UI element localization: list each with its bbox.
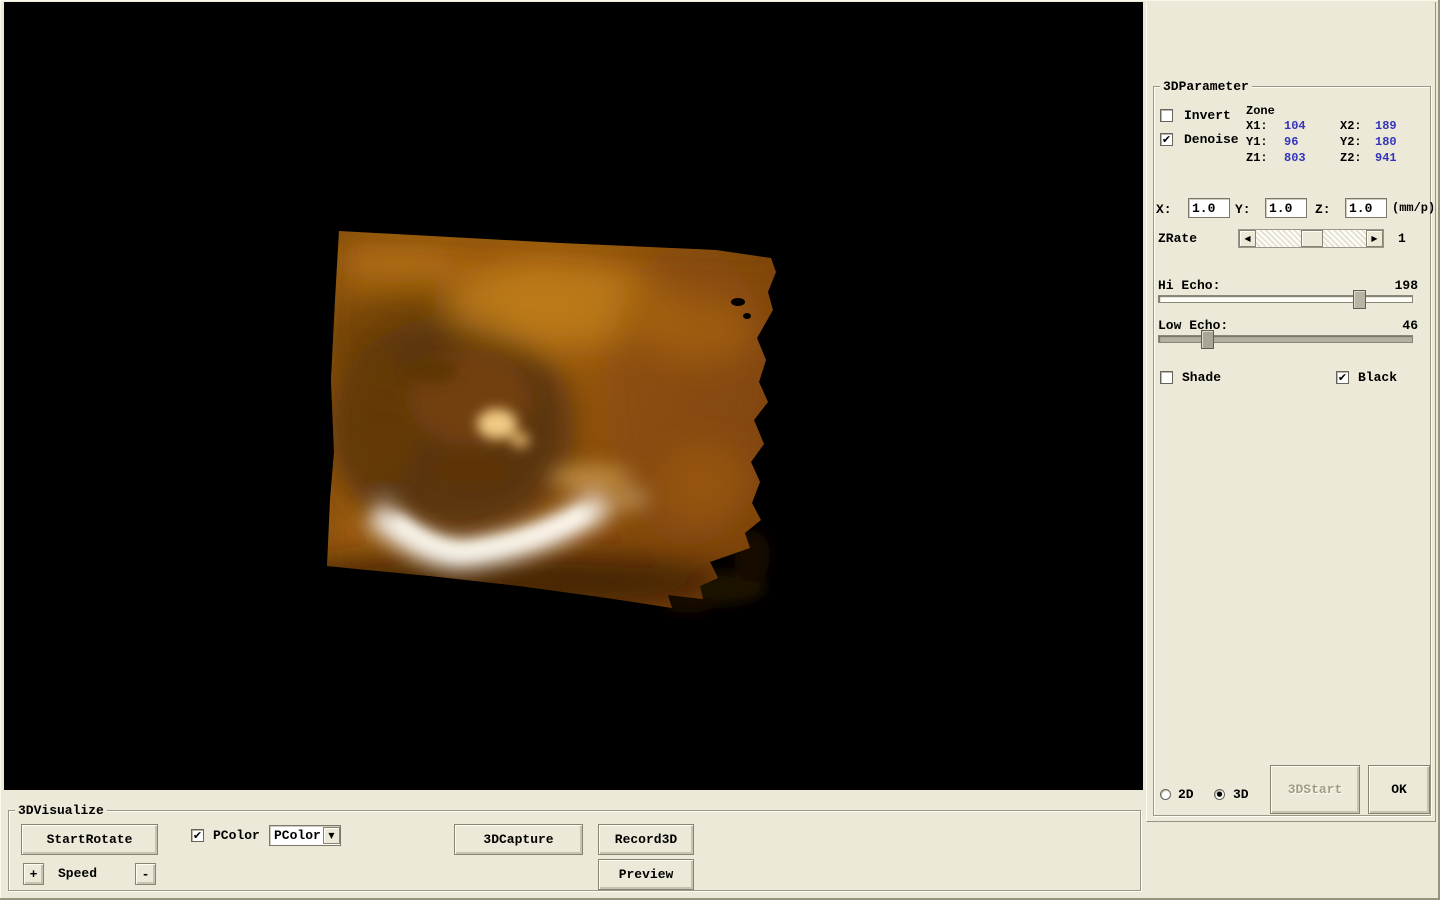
zone-y2-value: 180 <box>1375 135 1397 149</box>
zrate-label: ZRate <box>1158 231 1198 246</box>
zrate-scrollbar-thumb[interactable] <box>1301 230 1323 247</box>
invert-checkbox[interactable] <box>1160 109 1173 122</box>
app-window: 3DParameter Invert ✔ Denoise Zone X1: 10… <box>0 0 1440 900</box>
check-icon: ✔ <box>1337 371 1348 384</box>
scale-x-input[interactable] <box>1188 198 1230 218</box>
check-icon: ✔ <box>1161 133 1172 146</box>
pcolor-combobox[interactable]: PColor ▼ <box>269 825 341 846</box>
zone-z1-label: Z1: <box>1246 151 1268 165</box>
zrate-scrollbar[interactable]: ◀ ▶ <box>1238 229 1384 248</box>
pcolor-combobox-arrow-button[interactable]: ▼ <box>323 827 340 844</box>
invert-label: Invert <box>1184 108 1231 123</box>
chevron-down-icon: ▼ <box>328 831 335 840</box>
start3d-button-label: 3DStart <box>1287 782 1343 797</box>
preview-button[interactable]: Preview <box>598 859 694 890</box>
preview-button-label: Preview <box>618 867 674 882</box>
mode-2d-label: 2D <box>1178 787 1194 802</box>
zone-label: Zone <box>1246 104 1275 118</box>
scale-z-input[interactable] <box>1345 198 1387 218</box>
speed-label: Speed <box>58 866 98 881</box>
start3d-button[interactable]: 3DStart <box>1270 765 1360 814</box>
black-checkbox[interactable]: ✔ <box>1336 371 1349 384</box>
pcolor-checkbox[interactable]: ✔ <box>191 829 204 842</box>
hi-echo-value: 198 <box>1394 278 1418 293</box>
parameter-panel: 3DParameter Invert ✔ Denoise Zone X1: 10… <box>1146 2 1436 822</box>
low-echo-slider-track[interactable] <box>1158 335 1413 343</box>
check-icon: ✔ <box>192 829 203 842</box>
speed-minus-button[interactable]: - <box>135 863 156 885</box>
record3d-button[interactable]: Record3D <box>598 824 694 855</box>
parameter-groupbox: 3DParameter Invert ✔ Denoise Zone X1: 10… <box>1153 79 1435 816</box>
mode-3d-radio[interactable]: ● <box>1214 789 1225 800</box>
low-echo-label: Low Echo: <box>1158 318 1229 333</box>
pcolor-combobox-value: PColor <box>274 828 321 843</box>
ok-button[interactable]: OK <box>1368 765 1430 814</box>
zone-x2-value: 189 <box>1375 119 1397 133</box>
denoise-checkbox[interactable]: ✔ <box>1160 133 1173 146</box>
zone-y1-value: 96 <box>1284 135 1299 149</box>
zone-x1-value: 104 <box>1284 119 1306 133</box>
shade-checkbox[interactable] <box>1160 371 1173 384</box>
zrate-value: 1 <box>1398 231 1406 246</box>
mode-3d-label: 3D <box>1233 787 1249 802</box>
visualize-group-title: 3DVisualize <box>15 803 107 818</box>
zone-z2-label: Z2: <box>1340 151 1362 165</box>
render-viewport[interactable] <box>4 2 1143 790</box>
hi-echo-label: Hi Echo: <box>1158 278 1221 293</box>
capture3d-button-label: 3DCapture <box>483 832 554 847</box>
radio-dot-icon: ● <box>1216 790 1223 798</box>
parameter-group-title: 3DParameter <box>1160 79 1252 94</box>
zrate-scroll-left-button[interactable]: ◀ <box>1239 230 1256 247</box>
speed-minus-button-label: - <box>141 866 150 882</box>
zone-y1-label: Y1: <box>1246 135 1268 149</box>
zone-y2-label: Y2: <box>1340 135 1362 149</box>
speed-plus-button-label: + <box>29 866 38 882</box>
start-rotate-button[interactable]: StartRotate <box>21 824 158 855</box>
zrate-scroll-right-button[interactable]: ▶ <box>1366 230 1383 247</box>
black-label: Black <box>1358 370 1398 385</box>
speed-plus-button[interactable]: + <box>23 863 44 885</box>
low-echo-value: 46 <box>1402 318 1418 333</box>
zone-z2-value: 941 <box>1375 151 1397 165</box>
hi-echo-slider-thumb[interactable] <box>1353 290 1366 309</box>
pcolor-checkbox-label: PColor <box>213 828 260 843</box>
scale-unit-label: (mm/p) <box>1392 201 1436 215</box>
capture3d-button[interactable]: 3DCapture <box>454 824 583 855</box>
ultrasound-volume-render <box>4 2 1143 790</box>
hi-echo-slider-track[interactable] <box>1158 295 1413 303</box>
zone-x2-label: X2: <box>1340 119 1362 133</box>
visualize-groupbox: 3DVisualize StartRotate ✔ PColor PColor … <box>8 803 1141 891</box>
zone-z1-value: 803 <box>1284 151 1306 165</box>
zone-x1-label: X1: <box>1246 119 1268 133</box>
scale-x-label: X: <box>1156 202 1172 217</box>
scale-y-label: Y: <box>1235 202 1251 217</box>
ok-button-label: OK <box>1391 782 1407 797</box>
low-echo-slider-thumb[interactable] <box>1201 330 1214 349</box>
scroll-right-icon: ▶ <box>1371 234 1378 243</box>
scale-y-input[interactable] <box>1265 198 1307 218</box>
denoise-label: Denoise <box>1184 132 1239 147</box>
record3d-button-label: Record3D <box>614 832 678 847</box>
shade-label: Shade <box>1182 370 1222 385</box>
mode-2d-radio[interactable] <box>1160 789 1171 800</box>
scale-z-label: Z: <box>1315 202 1331 217</box>
scroll-left-icon: ◀ <box>1244 234 1251 243</box>
start-rotate-button-label: StartRotate <box>46 832 133 847</box>
